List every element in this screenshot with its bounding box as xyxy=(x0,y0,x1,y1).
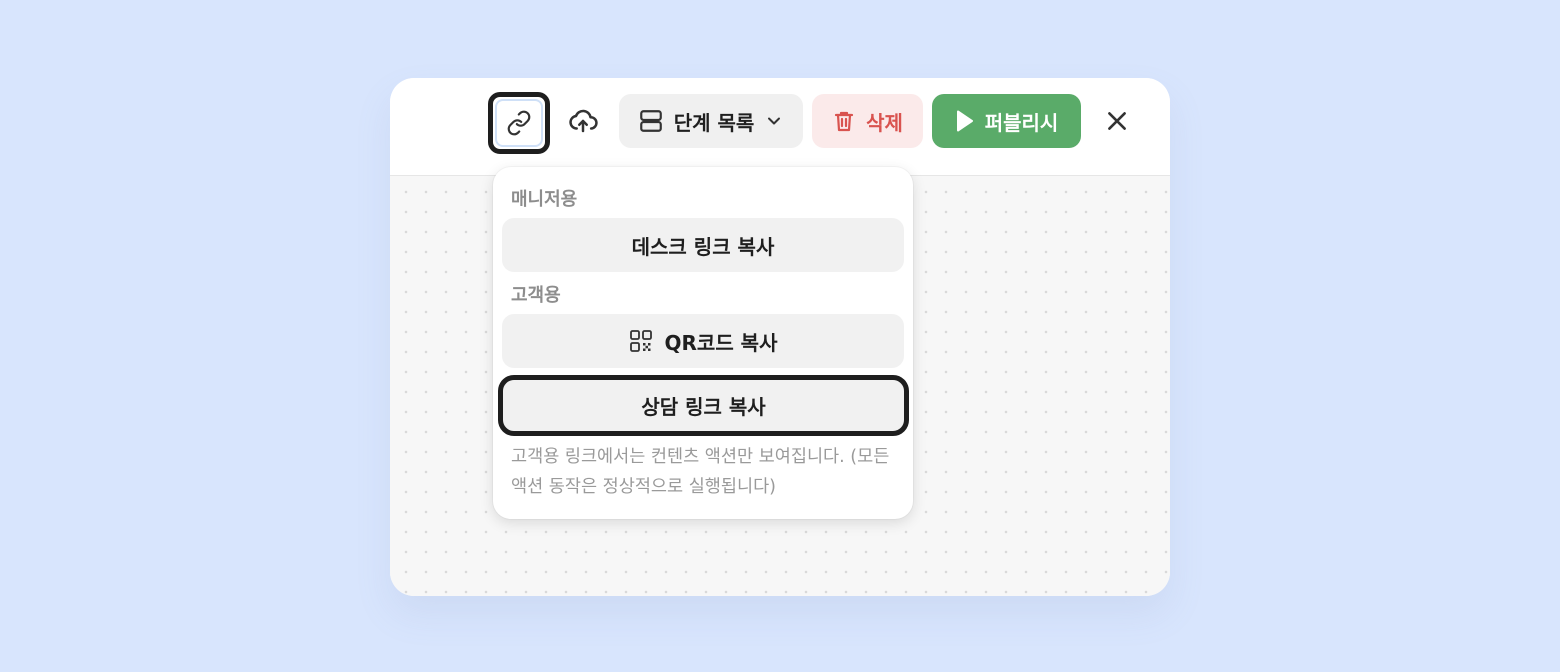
list-layout-icon xyxy=(638,108,664,134)
copy-link-button[interactable] xyxy=(488,92,550,154)
copy-consult-link-label: 상담 링크 복사 xyxy=(641,395,766,419)
delete-button[interactable]: 삭제 xyxy=(812,94,923,148)
delete-label: 삭제 xyxy=(866,110,903,135)
link-icon xyxy=(506,110,532,136)
trash-icon xyxy=(832,108,856,134)
steps-list-label: 단계 목록 xyxy=(673,110,755,135)
customer-link-note: 고객용 링크에서는 컨텐츠 액션만 보여집니다. (모든 액션 동작은 정상적으… xyxy=(511,447,890,497)
customer-section-label: 고객용 xyxy=(511,285,561,306)
cloud-upload-icon xyxy=(568,106,598,136)
copy-desk-link-label: 데스크 링크 복사 xyxy=(631,234,775,259)
link-copy-menu: 매니저용 데스크 링크 복사 고객용 QR코드 복사 상담 링크 복사 고객용 … xyxy=(493,167,913,519)
copy-qr-code-label: QR코드 복사 xyxy=(664,330,778,355)
copy-desk-link-button[interactable]: 데스크 링크 복사 xyxy=(502,218,904,272)
close-icon xyxy=(1104,108,1130,134)
copy-consult-link-button[interactable]: 상담 링크 복사 xyxy=(498,375,909,436)
chevron-down-icon xyxy=(764,111,784,131)
copy-qr-code-button[interactable]: QR코드 복사 xyxy=(502,314,904,368)
qr-code-icon xyxy=(629,329,653,353)
upload-button[interactable] xyxy=(562,98,604,144)
publish-button[interactable]: 퍼블리시 xyxy=(932,94,1081,148)
play-icon xyxy=(955,109,975,133)
copy-link-button-inner xyxy=(495,99,543,147)
steps-list-dropdown[interactable]: 단계 목록 xyxy=(619,94,803,148)
publish-label: 퍼블리시 xyxy=(984,110,1059,135)
toolbar: 단계 목록 삭제 퍼블리시 xyxy=(390,78,1170,176)
close-button[interactable] xyxy=(1096,100,1138,142)
manager-section-label: 매니저용 xyxy=(511,189,578,210)
